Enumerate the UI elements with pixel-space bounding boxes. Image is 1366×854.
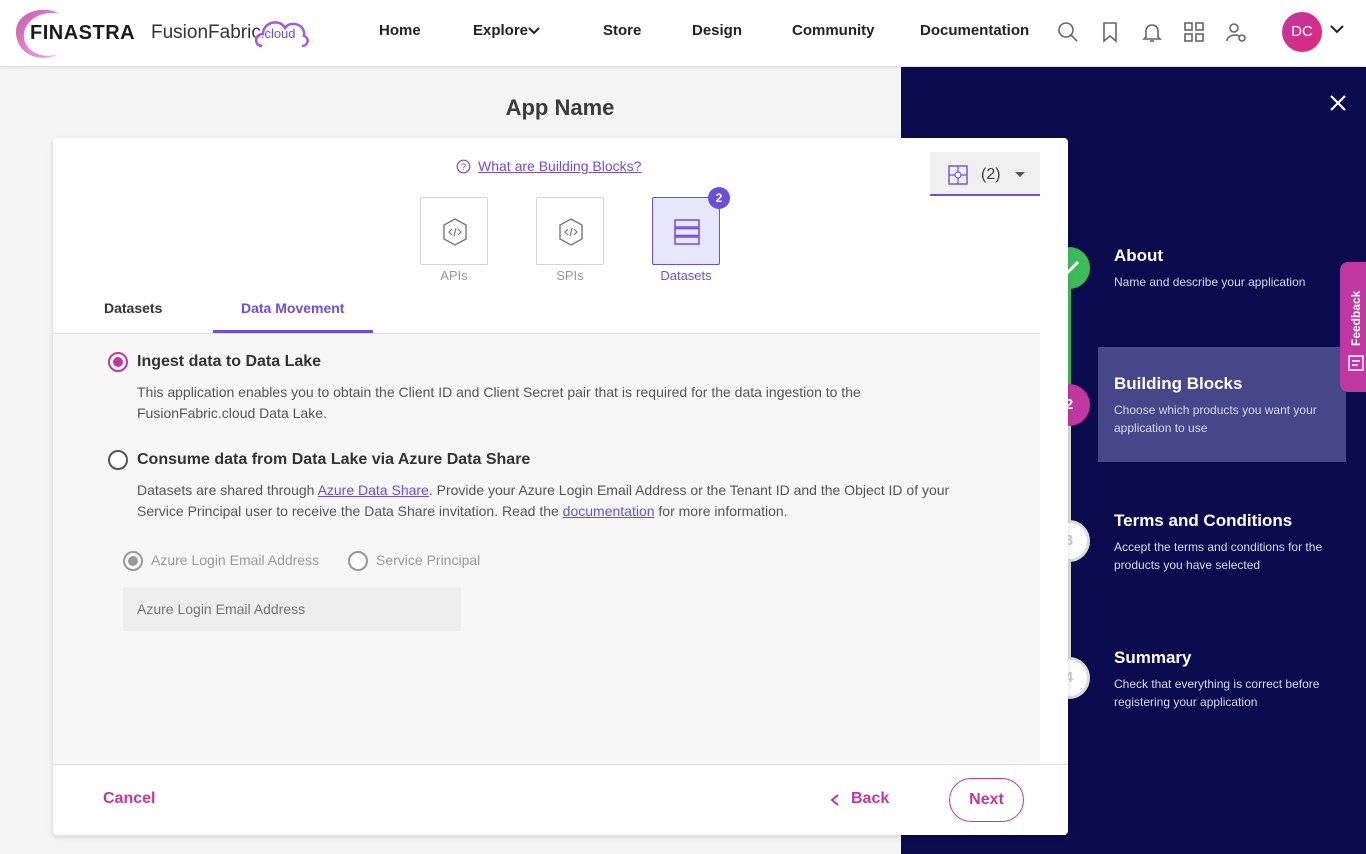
cancel-button[interactable]: Cancel: [103, 790, 155, 808]
step-2-title[interactable]: Building Blocks: [1114, 374, 1242, 394]
product-name-main: FusionFabric: [151, 22, 261, 43]
user-settings-icon[interactable]: [1224, 20, 1248, 44]
chevron-down-icon[interactable]: [528, 26, 540, 36]
nav-design[interactable]: Design: [692, 22, 742, 39]
consume-option-desc: Datasets are shared through Azure Data S…: [137, 480, 977, 522]
email-radio[interactable]: [123, 551, 143, 571]
azure-data-share-link[interactable]: Azure Data Share: [318, 482, 429, 498]
caret-down-icon: [1015, 172, 1025, 177]
step-3-title[interactable]: Terms and Conditions: [1114, 511, 1292, 531]
email-radio-label: Azure Login Email Address: [151, 552, 320, 568]
next-button[interactable]: Next: [949, 778, 1024, 822]
consume-desc-part: Datasets are shared through: [137, 482, 318, 498]
apps-grid-icon[interactable]: [1182, 20, 1206, 44]
block-tile-spis[interactable]: [536, 197, 604, 265]
back-button[interactable]: Back: [851, 790, 889, 808]
feedback-icon: [1348, 355, 1364, 371]
block-label-spis: SPIs: [556, 268, 584, 283]
step-1-desc: Name and describe your application: [1114, 275, 1306, 289]
question-circle-icon: ?: [456, 159, 471, 174]
step-2-desc: Choose which products you want your appl…: [1114, 403, 1317, 435]
service-principal-radio[interactable]: [348, 551, 368, 571]
step-4-title[interactable]: Summary: [1114, 648, 1191, 668]
cloud-logo-icon: [254, 21, 309, 48]
close-icon[interactable]: [1328, 93, 1348, 113]
nav-documentation[interactable]: Documentation: [920, 22, 1029, 39]
puzzle-icon: [948, 165, 968, 185]
step-3-desc: Accept the terms and conditions for the …: [1114, 540, 1323, 572]
service-principal-label: Service Principal: [376, 552, 481, 568]
azure-email-input[interactable]: [123, 587, 461, 631]
block-tile-datasets[interactable]: [652, 197, 720, 265]
block-tile-apis[interactable]: [420, 197, 488, 265]
block-label-datasets: Datasets: [660, 268, 712, 283]
consume-radio[interactable]: [108, 450, 128, 470]
nav-explore[interactable]: Explore: [473, 22, 528, 39]
ingest-option-title[interactable]: Ingest data to Data Lake: [137, 353, 321, 371]
datasets-count-badge: 2: [708, 187, 730, 209]
user-avatar[interactable]: DC: [1282, 12, 1322, 52]
bookmark-icon[interactable]: [1098, 20, 1122, 44]
footer-divider: [53, 764, 1068, 765]
feedback-label: Feedback: [1349, 290, 1363, 346]
ingest-radio[interactable]: [108, 352, 128, 372]
bell-icon[interactable]: [1140, 20, 1164, 44]
building-blocks-help-link[interactable]: What are Building Blocks?: [478, 158, 641, 174]
svg-text:?: ?: [461, 162, 466, 172]
consume-option-title[interactable]: Consume data from Data Lake via Azure Da…: [137, 451, 530, 469]
chevron-down-icon[interactable]: [1330, 24, 1344, 34]
nav-store[interactable]: Store: [603, 22, 641, 39]
top-navigation-bar: FINASTRA FusionFabric.cloud Home Explore…: [0, 0, 1366, 67]
search-icon[interactable]: [1056, 20, 1080, 44]
documentation-link[interactable]: documentation: [563, 503, 655, 519]
step-4-desc: Check that everything is correct before …: [1114, 677, 1320, 709]
code-hexagon-icon: [559, 218, 583, 246]
brand-name[interactable]: FINASTRA: [30, 22, 135, 45]
tab-datasets[interactable]: Datasets: [104, 300, 162, 316]
step-1-title[interactable]: About: [1114, 246, 1163, 266]
active-tab-indicator: [213, 330, 373, 333]
ingest-option-desc: This application enables you to obtain t…: [137, 384, 861, 421]
consume-desc-part: for more information.: [654, 503, 788, 519]
chevron-left-icon[interactable]: [829, 793, 841, 807]
nav-home[interactable]: Home: [379, 22, 421, 39]
selected-blocks-count: (2): [981, 166, 1001, 183]
code-hexagon-icon: [443, 218, 467, 246]
block-label-apis: APIs: [440, 268, 468, 283]
nav-community[interactable]: Community: [792, 22, 875, 39]
tab-data-movement[interactable]: Data Movement: [241, 300, 344, 316]
database-icon: [674, 219, 700, 245]
